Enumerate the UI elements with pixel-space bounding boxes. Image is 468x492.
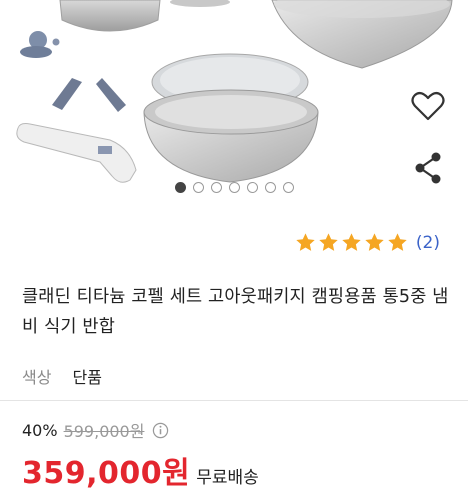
shipping-info: 무료배송 — [196, 468, 259, 488]
star-icon — [342, 233, 361, 251]
star-icon — [388, 233, 407, 251]
product-title: 클래딘 티타늄 코펠 세트 고아웃패키지 캠핑용품 통5중 냄비 식기 반합 — [22, 287, 449, 337]
star-icon — [319, 233, 338, 251]
gallery-pagination — [0, 182, 468, 193]
product-image[interactable] — [0, 0, 468, 205]
gallery-dot[interactable] — [192, 182, 204, 193]
option-value: 단품 — [72, 368, 102, 387]
star-icon — [365, 233, 384, 251]
star-rating — [295, 232, 408, 253]
product-photo — [16, 0, 453, 183]
info-icon[interactable] — [152, 422, 169, 439]
gallery-dot[interactable] — [246, 182, 258, 193]
review-count[interactable]: (2) — [416, 233, 440, 253]
discount-rate: 40% — [22, 420, 58, 440]
divider — [0, 400, 468, 401]
final-price-row: 359,000원 무료배송 — [22, 448, 259, 492]
gallery-dot[interactable] — [210, 182, 222, 193]
option-row: 색상 단품 — [22, 364, 102, 388]
gallery-dot[interactable] — [282, 182, 294, 193]
star-icon — [296, 233, 315, 251]
rating[interactable]: (2) — [295, 232, 440, 253]
gallery-dot[interactable] — [174, 182, 186, 193]
gallery-dot[interactable] — [264, 182, 276, 193]
original-price: 599,000원 — [63, 422, 145, 441]
gallery-dot[interactable] — [228, 182, 240, 193]
option-label: 색상 — [22, 368, 52, 387]
final-price: 359,000원 — [22, 456, 191, 491]
heart-icon — [411, 91, 445, 121]
like-button[interactable] — [406, 84, 450, 128]
price-row: 40% 599,000원 — [22, 418, 169, 442]
share-icon — [415, 152, 441, 184]
